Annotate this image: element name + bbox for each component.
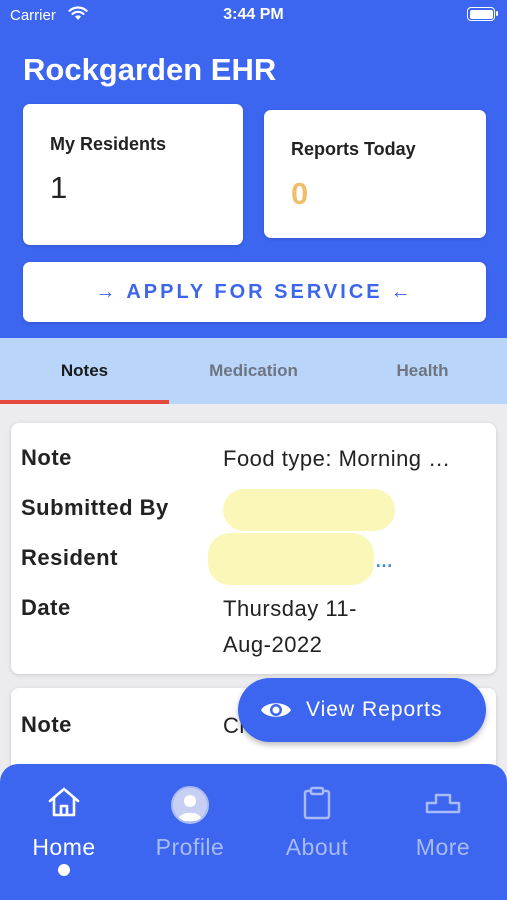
note-value: Food type: Morning … xyxy=(223,446,451,471)
tab-medication-label: Medication xyxy=(209,361,298,380)
tab-medication[interactable]: Medication xyxy=(169,338,338,404)
resident-label: Resident xyxy=(21,545,118,570)
battery-icon xyxy=(467,7,498,21)
nav-home-label: Home xyxy=(32,834,96,860)
tab-notes-label: Notes xyxy=(60,361,109,380)
nav-about[interactable]: About xyxy=(254,764,380,900)
more-icon xyxy=(380,786,506,816)
view-reports-label: View Reports xyxy=(306,698,443,721)
nav-about-label: About xyxy=(285,834,349,860)
nav-more-label: More xyxy=(415,834,471,860)
tab-health[interactable]: Health xyxy=(338,338,507,404)
view-reports-button[interactable]: View Reports xyxy=(238,678,486,742)
resident-overflow-ellipsis: … xyxy=(375,551,393,571)
tab-health-label: Health xyxy=(396,361,449,380)
app-title: Rockgarden EHR xyxy=(23,52,277,87)
nav-profile[interactable]: Profile xyxy=(127,764,253,900)
tab-notes[interactable]: Notes xyxy=(0,338,169,404)
arrow-right-icon: → xyxy=(95,280,119,303)
note-label: Note xyxy=(21,712,72,737)
note-card[interactable]: Note Food type: Morning … Submitted By R… xyxy=(11,423,496,674)
nav-profile-label: Profile xyxy=(155,834,225,860)
reports-today-count: 0 xyxy=(291,176,309,211)
home-icon xyxy=(1,786,127,818)
redacted-resident xyxy=(208,533,374,585)
active-tab-indicator xyxy=(0,400,169,404)
submitted-by-label: Submitted By xyxy=(21,495,169,520)
note-label: Note xyxy=(21,445,72,470)
arrow-left-icon: ← xyxy=(390,280,414,303)
date-label: Date xyxy=(21,595,71,620)
reports-today-label: Reports Today xyxy=(291,139,416,159)
active-nav-dot xyxy=(58,864,70,876)
clipboard-icon xyxy=(254,786,380,820)
clock: 3:44 PM xyxy=(223,6,284,23)
status-bar: Carrier 3:44 PM xyxy=(0,0,507,34)
nav-home[interactable]: Home xyxy=(1,764,127,900)
redacted-submitter xyxy=(223,489,395,531)
nav-more[interactable]: More xyxy=(380,764,506,900)
date-value-line-1: Thursday 11- xyxy=(223,596,357,621)
date-value-line-2: Aug-2022 xyxy=(223,632,323,657)
eye-icon xyxy=(260,699,292,721)
apply-for-service-label: APPLY FOR SERVICE xyxy=(126,280,383,303)
bottom-navigation: Home Profile About More xyxy=(0,764,507,900)
app-header: Rockgarden EHR My Residents 1 Reports To… xyxy=(0,0,507,338)
avatar-icon xyxy=(127,786,253,824)
my-residents-label: My Residents xyxy=(50,134,167,154)
apply-for-service-button[interactable]: → APPLY FOR SERVICE ← xyxy=(23,262,486,322)
tab-bar: Notes Medication Health xyxy=(0,338,507,404)
my-residents-card[interactable]: My Residents 1 xyxy=(23,104,243,245)
my-residents-count: 1 xyxy=(50,170,68,205)
reports-today-card[interactable]: Reports Today 0 xyxy=(264,110,486,238)
